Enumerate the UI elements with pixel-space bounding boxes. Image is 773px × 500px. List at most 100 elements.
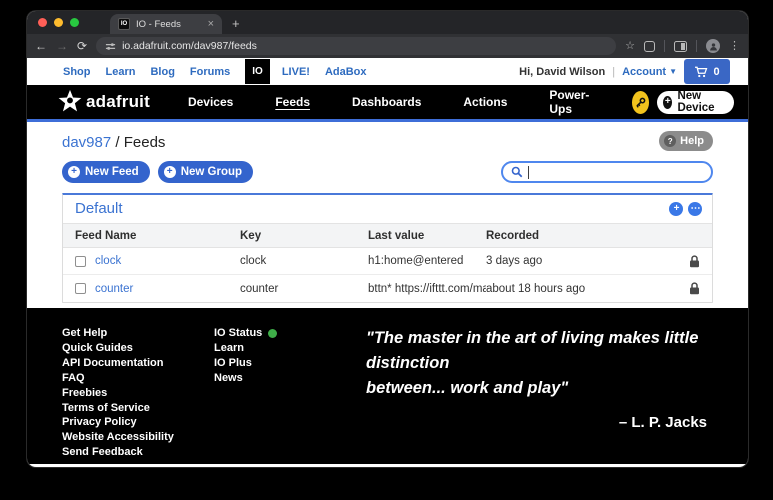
footer-link-get-help[interactable]: Get Help: [62, 326, 214, 341]
column-header-last-value: Last value: [368, 229, 425, 242]
footer-link-freebies[interactable]: Freebies: [62, 386, 214, 401]
breadcrumb-page: Feeds: [123, 134, 166, 151]
tab-favicon-icon: IO: [118, 18, 130, 30]
site-header: Shop Learn Blog Forums IO LIVE! AdaBox H…: [27, 58, 748, 85]
table-row: counter counter bttn* https://ifttt.com/…: [63, 275, 712, 302]
zoom-window-button[interactable]: [70, 18, 79, 27]
feed-name-link[interactable]: clock: [95, 255, 121, 267]
actions-row: + New Feed + New Group: [62, 161, 713, 183]
account-menu[interactable]: Account ▼: [622, 66, 677, 78]
tab-strip: IO IO - Feeds × +: [27, 11, 748, 34]
forward-button[interactable]: →: [56, 40, 68, 52]
row-checkbox[interactable]: [75, 283, 86, 294]
header-divider: |: [612, 65, 616, 78]
new-device-button[interactable]: + New Device: [657, 90, 734, 114]
row-checkbox[interactable]: [75, 255, 86, 267]
close-window-button[interactable]: [38, 18, 47, 27]
add-feed-icon[interactable]: +: [669, 201, 683, 216]
header-link-learn[interactable]: Learn: [106, 66, 136, 78]
browser-tab[interactable]: IO IO - Feeds ×: [110, 14, 222, 34]
group-more-icon[interactable]: ⋯: [688, 201, 702, 216]
group-panel: Default + ⋯ Feed Name Key Last value Rec…: [62, 193, 713, 303]
footer-link-privacy-policy[interactable]: Privacy Policy: [62, 415, 214, 430]
footer-link-terms-of-service[interactable]: Terms of Service: [62, 401, 214, 416]
feed-last-value: h1:home@entered: [368, 255, 464, 267]
breadcrumb-user-link[interactable]: dav987: [62, 134, 111, 151]
breadcrumb: dav987 / Feeds: [62, 134, 713, 151]
adafruit-logo[interactable]: adafruit: [57, 89, 150, 115]
address-bar[interactable]: io.adafruit.com/dav987/feeds: [96, 37, 617, 55]
plus-icon: +: [68, 166, 80, 178]
bookmark-star-icon[interactable]: ☆: [625, 40, 635, 52]
extensions-icon[interactable]: [644, 40, 655, 52]
new-feed-label: New Feed: [85, 166, 139, 178]
search-box[interactable]: [501, 161, 713, 183]
site-info-icon[interactable]: [105, 41, 116, 52]
io-badge[interactable]: IO: [245, 59, 270, 84]
footer-link-website-accessibility[interactable]: Website Accessibility: [62, 430, 214, 445]
feed-recorded: about 18 hours ago: [486, 282, 586, 295]
io-status-label: IO Status: [214, 327, 263, 339]
plus-icon: +: [663, 95, 673, 109]
search-icon: [511, 166, 523, 178]
browser-menu-icon[interactable]: ⋮: [729, 40, 740, 52]
column-header-recorded: Recorded: [486, 229, 540, 242]
footer-link-learn[interactable]: Learn: [214, 341, 362, 356]
plus-icon: +: [163, 166, 176, 178]
nav-item-feeds[interactable]: Feeds: [275, 95, 310, 109]
header-link-blog[interactable]: Blog: [150, 66, 174, 78]
browser-toolbar: ← → ⟳ io.adafruit.com/dav987/feeds ☆ ⋮: [27, 34, 748, 58]
new-feed-button[interactable]: + New Feed: [62, 161, 150, 183]
group-title[interactable]: Default: [75, 200, 123, 217]
status-dot: [268, 328, 278, 338]
tab-title: IO - Feeds: [136, 18, 181, 30]
lock-icon: [690, 254, 699, 267]
back-button[interactable]: ←: [35, 40, 47, 52]
nav-item-actions[interactable]: Actions: [463, 95, 507, 109]
toolbar-divider: [696, 40, 697, 52]
new-group-button[interactable]: + New Group: [157, 161, 254, 183]
refresh-button[interactable]: ⟳: [77, 40, 87, 52]
cart-count: 0: [713, 65, 720, 78]
page-content: dav987 / Feeds ? Help + New Feed + New G…: [27, 122, 748, 308]
quote-line-2: between... work and play": [366, 379, 569, 397]
tab-close-icon[interactable]: ×: [208, 18, 214, 30]
header-link-shop[interactable]: Shop: [63, 66, 91, 78]
nav-item-dashboards[interactable]: Dashboards: [352, 95, 421, 109]
feed-key: counter: [240, 282, 279, 295]
footer-link-api-documentation[interactable]: API Documentation: [62, 356, 214, 371]
new-tab-button[interactable]: +: [232, 16, 240, 31]
header-link-live[interactable]: LIVE!: [282, 66, 310, 78]
footer-link-faq[interactable]: FAQ: [62, 371, 214, 386]
group-panel-header: Default + ⋯: [63, 195, 712, 223]
header-link-forums[interactable]: Forums: [190, 66, 230, 78]
chevron-down-icon: ▼: [669, 67, 677, 76]
cart-button[interactable]: 0: [684, 59, 730, 84]
search-input[interactable]: [534, 166, 703, 178]
group-header-actions: + ⋯: [669, 201, 702, 216]
breadcrumb-separator: /: [111, 134, 124, 151]
minimize-window-button[interactable]: [54, 18, 63, 27]
profile-avatar[interactable]: [706, 39, 720, 53]
footer-links-column-1: Get Help Quick Guides API Documentation …: [62, 326, 214, 464]
footer-link-send-feedback[interactable]: Send Feedback: [62, 445, 214, 460]
feed-recorded: 3 days ago: [486, 255, 543, 267]
new-device-label: New Device: [677, 90, 715, 114]
nav-item-devices[interactable]: Devices: [188, 95, 233, 109]
feed-name-link[interactable]: counter: [95, 283, 133, 295]
side-panel-icon[interactable]: [674, 40, 687, 52]
api-key-button[interactable]: [631, 90, 650, 114]
table-header-row: Feed Name Key Last value Recorded: [63, 223, 712, 248]
greeting-text: Hi, David Wilson: [519, 65, 606, 78]
header-link-adabox[interactable]: AdaBox: [325, 66, 367, 78]
footer-link-io-plus[interactable]: IO Plus: [214, 356, 362, 371]
cart-icon: [695, 66, 708, 77]
quote-attribution: – L. P. Jacks: [618, 414, 707, 431]
nav-item-powerups[interactable]: Power-Ups: [549, 88, 590, 116]
account-label: Account: [622, 65, 667, 78]
footer-link-news[interactable]: News: [214, 371, 362, 386]
quote-line-1: "The master in the art of living makes l…: [366, 329, 699, 372]
help-button[interactable]: ? Help: [659, 131, 713, 151]
footer-link-quick-guides[interactable]: Quick Guides: [62, 341, 214, 356]
footer-link-io-status[interactable]: IO Status: [214, 326, 362, 341]
